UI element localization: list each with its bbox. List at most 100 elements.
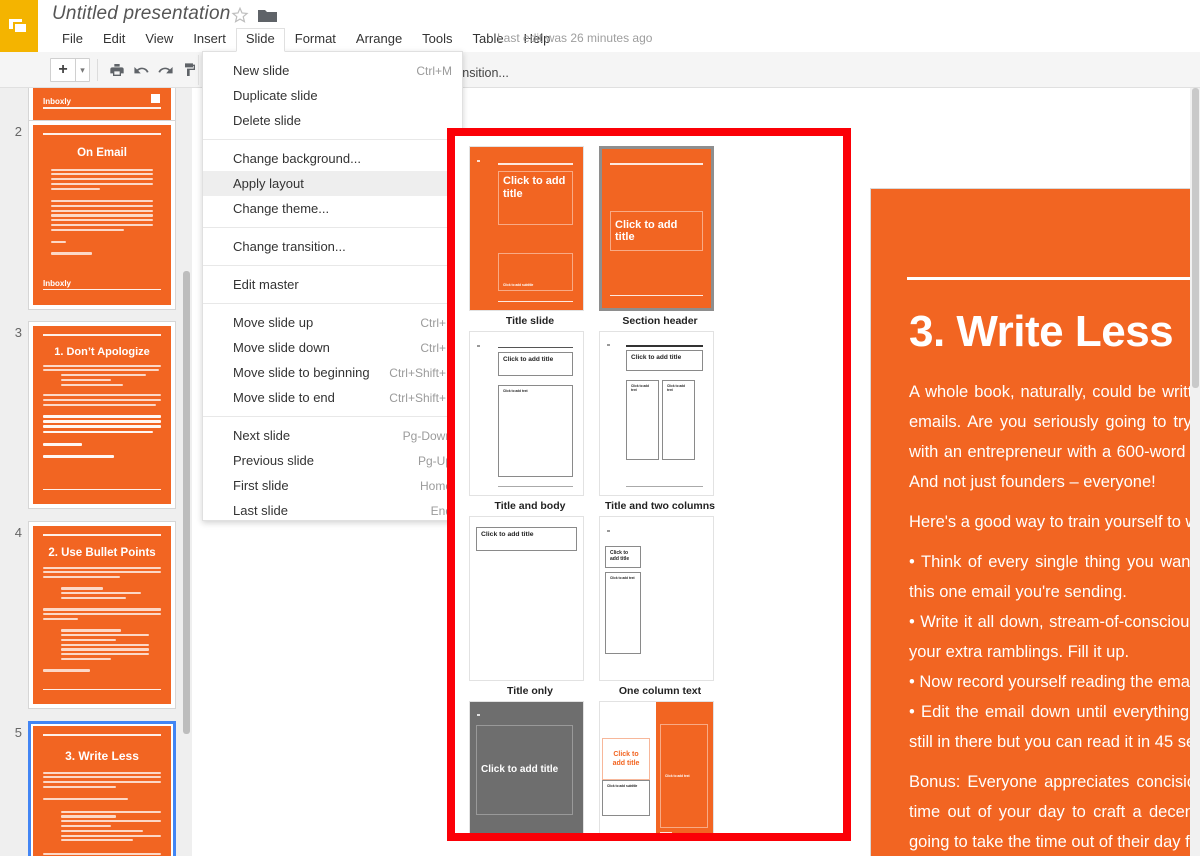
layout-option-title-and-two-columns[interactable]: Click to add title Click to add text Cli… xyxy=(599,331,721,512)
menu-change-background[interactable]: Change background... xyxy=(203,146,462,171)
menu-item-label: Duplicate slide xyxy=(233,88,318,103)
menu-item-label: Change background... xyxy=(233,151,361,166)
list-item[interactable]: 4 2. Use Bullet Points xyxy=(0,521,192,709)
layout-title-placeholder: Click to add title xyxy=(626,350,703,371)
menu-last-slide[interactable]: Last slide End xyxy=(203,498,462,523)
layout-option-section-title-and-description[interactable]: Click to add title Click to add subtitle… xyxy=(599,701,721,833)
menu-edit[interactable]: Edit xyxy=(93,28,135,52)
slide-body-blur xyxy=(43,168,161,255)
slide-bullets: • Think of every single thing you want t… xyxy=(909,553,1200,751)
new-slide-plus-icon: + xyxy=(58,61,68,78)
layout-thumbnail[interactable]: Click to add title Click to add subtitle xyxy=(469,146,584,311)
slide-menu-dropdown[interactable]: New slide Ctrl+M Duplicate slide Delete … xyxy=(202,51,463,521)
slide-thumbnail-2[interactable]: On Email Inboxly xyxy=(28,120,176,310)
layout-title-placeholder: Click to add title xyxy=(476,725,573,815)
menu-tools[interactable]: Tools xyxy=(412,28,462,52)
menu-edit-master[interactable]: Edit master xyxy=(203,272,462,297)
folder-icon[interactable] xyxy=(258,8,277,23)
menu-item-label: Apply layout xyxy=(233,176,304,191)
slide-brand: Inboxly xyxy=(43,278,72,288)
menu-insert[interactable]: Insert xyxy=(183,28,236,52)
slide-title-text[interactable]: 3. Write Less xyxy=(909,307,1200,357)
menu-delete-slide[interactable]: Delete slide xyxy=(203,108,462,133)
new-slide-button[interactable]: + ▾ xyxy=(50,58,90,82)
star-icon[interactable] xyxy=(231,6,249,24)
slide-filmstrip[interactable]: 1 Inboxly 2 On Email xyxy=(0,88,192,856)
menu-previous-slide[interactable]: Previous slide Pg-Up xyxy=(203,448,462,473)
menu-divider xyxy=(203,416,462,417)
menu-new-slide[interactable]: New slide Ctrl+M xyxy=(203,58,462,83)
menu-item-label: Previous slide xyxy=(233,453,314,468)
list-item[interactable]: 3 1. Don’t Apologize xyxy=(0,321,192,509)
slide-title: On Email xyxy=(77,146,127,159)
layout-option-section-header[interactable]: Click to add title Section header xyxy=(599,146,721,327)
layout-subtitle-placeholder: Click to add subtitle xyxy=(498,253,573,291)
menu-divider xyxy=(203,303,462,304)
layout-title-placeholder: Click to add title xyxy=(605,546,641,568)
menu-apply-layout[interactable]: Apply layout ▸ xyxy=(203,171,462,196)
layout-title-placeholder: Click to add title xyxy=(498,352,573,376)
apply-layout-submenu[interactable]: Click to add title Click to add subtitle… xyxy=(447,128,851,841)
slide-thumbnail-3[interactable]: 1. Don’t Apologize xyxy=(28,321,176,509)
menu-change-transition[interactable]: Change transition... xyxy=(203,234,462,259)
undo-icon[interactable] xyxy=(129,58,153,82)
canvas-scrollbar[interactable] xyxy=(1190,88,1200,856)
layout-title-placeholder: Click to add title xyxy=(476,527,577,551)
layout-option-main-point[interactable]: Click to add title Main point xyxy=(469,701,591,833)
menu-next-slide[interactable]: Next slide Pg-Down xyxy=(203,423,462,448)
layout-option-title-and-body[interactable]: Click to add title Click to add text Tit… xyxy=(469,331,591,512)
slide-title: 1. Don’t Apologize xyxy=(54,345,150,358)
layout-title-placeholder: Click to add title xyxy=(498,171,573,225)
print-icon[interactable] xyxy=(105,58,129,82)
slide-thumbnail-5[interactable]: 3. Write Less xyxy=(28,721,176,856)
menu-duplicate-slide[interactable]: Duplicate slide xyxy=(203,83,462,108)
last-edit-status[interactable]: Last edit was 26 minutes ago xyxy=(497,31,652,45)
layout-thumbnail[interactable]: Click to add title Click to add text xyxy=(599,516,714,681)
menu-slide[interactable]: Slide xyxy=(235,28,285,52)
layout-thumbnail[interactable]: Click to add title Click to add subtitle… xyxy=(599,701,714,833)
filmstrip-scrollbar[interactable] xyxy=(183,271,190,734)
slide-paragraph-4: Bonus: Everyone appreciates concision. I… xyxy=(909,773,1200,851)
layout-thumbnail[interactable]: Click to add title xyxy=(469,516,584,681)
layout-thumbnail[interactable]: Click to add title Click to add text Cli… xyxy=(599,331,714,496)
slide-title: 3. Write Less xyxy=(65,748,139,763)
list-item[interactable]: 2 On Email Inboxly xyxy=(0,120,192,310)
menu-file[interactable]: File xyxy=(52,28,93,52)
slides-logo-icon[interactable] xyxy=(0,0,38,52)
slide-body-blur xyxy=(43,566,161,672)
slide-paragraph-1: A whole book, naturally, could be writt e… xyxy=(909,383,1200,491)
layout-title-placeholder: Click to add title xyxy=(602,738,650,780)
layout-thumbnail[interactable]: Click to add title Click to add text xyxy=(469,331,584,496)
menu-move-slide-up[interactable]: Move slide up Ctrl+↑ xyxy=(203,310,462,335)
layout-name: One column text xyxy=(618,685,702,697)
slide-thumbnail-4[interactable]: 2. Use Bullet Points xyxy=(28,521,176,709)
redo-icon[interactable] xyxy=(153,58,177,82)
document-title[interactable]: Untitled presentation xyxy=(52,3,230,25)
menu-move-slide-to-end[interactable]: Move slide to end Ctrl+Shift+↓ xyxy=(203,385,462,410)
layout-option-title-slide[interactable]: Click to add title Click to add subtitle… xyxy=(469,146,591,327)
layout-title-placeholder: Click to add title xyxy=(610,211,703,251)
layout-option-title-only[interactable]: Click to add title Title only xyxy=(469,516,591,697)
menu-format[interactable]: Format xyxy=(285,28,346,52)
new-slide-caret-icon[interactable]: ▾ xyxy=(75,59,89,81)
menu-view[interactable]: View xyxy=(135,28,183,52)
layout-thumbnail[interactable]: Click to add title xyxy=(599,146,714,311)
app-header: Untitled presentation File Edit View Ins… xyxy=(0,0,1200,52)
slide-paragraph-2: Here's a good way to train yourself to w… xyxy=(909,513,1200,531)
menu-arrange[interactable]: Arrange xyxy=(346,28,412,52)
layout-name: Title only xyxy=(507,685,553,697)
menu-change-theme[interactable]: Change theme... xyxy=(203,196,462,221)
list-item[interactable]: 5 3. Write Less xyxy=(0,721,192,856)
layout-option-one-column-text[interactable]: Click to add title Click to add text One… xyxy=(599,516,721,697)
layout-column-2-placeholder: Click to add text xyxy=(662,380,695,460)
menu-first-slide[interactable]: First slide Home xyxy=(203,473,462,498)
slide-body-text[interactable]: A whole book, naturally, could be writt e… xyxy=(909,377,1200,856)
layout-body-placeholder: Click to add text xyxy=(498,385,573,477)
current-slide[interactable]: 3. Write Less A whole book, naturally, c… xyxy=(870,188,1200,856)
menu-item-label: Next slide xyxy=(233,428,291,443)
menu-move-slide-to-beginning[interactable]: Move slide to beginning Ctrl+Shift+↑ xyxy=(203,360,462,385)
layout-thumbnail[interactable]: Click to add title xyxy=(469,701,584,833)
menu-divider xyxy=(203,265,462,266)
menu-item-label: Delete slide xyxy=(233,113,301,128)
menu-move-slide-down[interactable]: Move slide down Ctrl+↓ xyxy=(203,335,462,360)
